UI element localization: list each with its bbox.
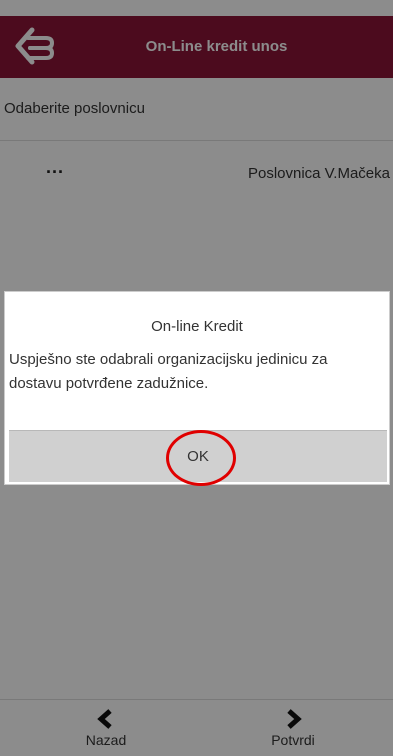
dialog-title: On-line Kredit (151, 318, 243, 335)
ok-button[interactable]: OK (9, 430, 387, 482)
dialog-message: Uspješno ste odabrali organizacijsku jed… (9, 351, 328, 392)
alert-dialog: On-line Kredit Uspješno ste odabrali org… (4, 291, 390, 485)
